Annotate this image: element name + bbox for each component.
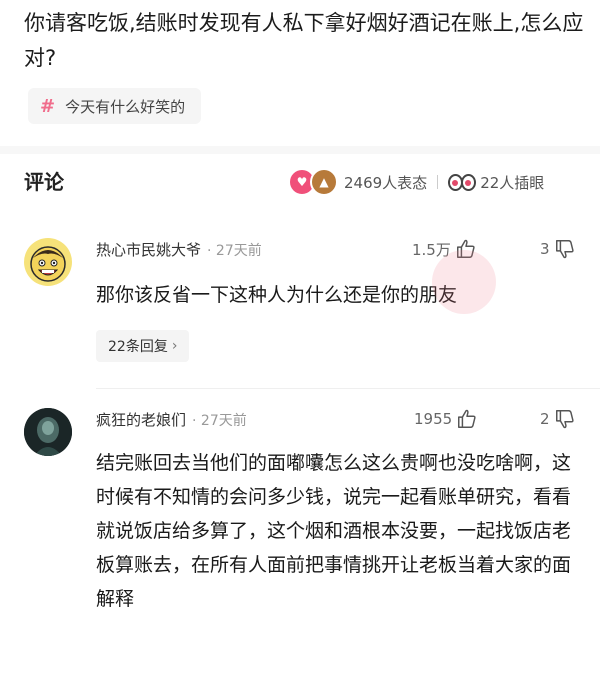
- avatar[interactable]: [24, 408, 72, 456]
- eyes-icon: [448, 173, 477, 191]
- author-name: 热心市民姚大爷: [96, 241, 202, 259]
- hashtag-icon: #: [40, 95, 56, 117]
- like-count: 1955: [414, 410, 453, 428]
- author-name: 疯狂的老娘们: [96, 411, 187, 429]
- replies-button[interactable]: 22条回复 ›: [96, 330, 190, 362]
- dislike-count: 2: [540, 410, 550, 428]
- dislike-button[interactable]: 2: [540, 408, 576, 430]
- comment-time: · 27天前: [207, 243, 262, 259]
- dislike-button[interactable]: 3: [540, 238, 576, 260]
- hat-reaction-icon: ▲: [310, 168, 338, 196]
- reactions-summary[interactable]: ♥ ▲ 2469人表态 22人插眼: [288, 168, 544, 196]
- comment-author[interactable]: 疯狂的老娘们 · 27天前: [96, 409, 247, 430]
- comment-text: 结完账回去当他们的面嘟囔怎么这么贵啊也没吃啥啊，这时候有不知情的会问多少钱，说完…: [96, 452, 572, 610]
- comment-divider: [96, 388, 600, 389]
- thumb-down-icon: [555, 410, 574, 429]
- question-title: 你请客吃饭,结账时发现有人私下拿好烟好酒记在账上,怎么应对?: [24, 11, 584, 70]
- watermark-logo: [432, 250, 496, 314]
- thumb-up-icon: [458, 409, 476, 428]
- avatar[interactable]: [24, 238, 72, 286]
- chevron-right-icon: ›: [171, 338, 178, 354]
- comment-time: · 27天前: [192, 413, 247, 429]
- replies-label: 22条回复: [108, 339, 168, 355]
- comment-author[interactable]: 热心市民姚大爷 · 27天前: [96, 239, 262, 260]
- dislike-count: 3: [540, 240, 550, 258]
- separator: [437, 175, 439, 189]
- comments-header: 评论 ♥ ▲ 2469人表态 22人插眼: [0, 154, 600, 208]
- topic-tag[interactable]: # 今天有什么好笑的: [28, 88, 202, 124]
- reaction-count: 2469人表态: [344, 173, 428, 192]
- interrupt-count: 22人插眼: [480, 173, 545, 192]
- like-button[interactable]: 1955: [414, 408, 478, 430]
- section-divider: [0, 146, 600, 154]
- comments-label: 评论: [24, 170, 64, 194]
- page: 你请客吃饭,结账时发现有人私下拿好烟好酒记在账上,怎么应对? # 今天有什么好笑…: [0, 0, 600, 684]
- topic-tag-label: 今天有什么好笑的: [65, 97, 186, 116]
- thumb-down-icon: [555, 240, 574, 259]
- comment-text: 那你该反省一下这种人为什么还是你的朋友: [96, 284, 458, 306]
